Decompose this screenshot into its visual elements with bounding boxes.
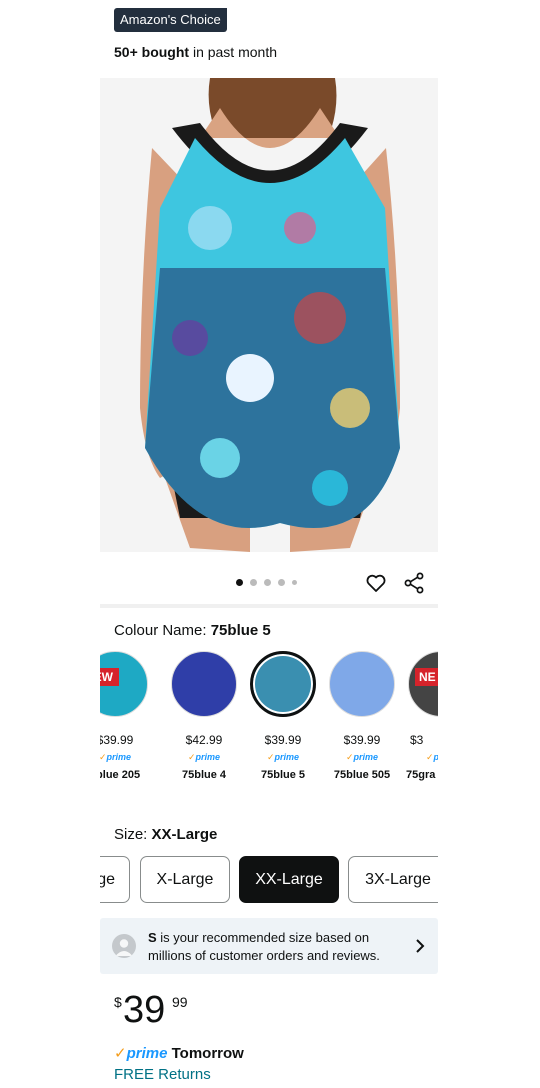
colour-swatch[interactable]: NE $3 ✓p 75gra <box>402 648 438 781</box>
swimsuit-illustration <box>100 78 438 552</box>
swatch-price: $39.99 <box>343 733 381 747</box>
colour-swatch-selected[interactable]: $39.99 ✓prime 75blue 5 <box>244 648 322 781</box>
new-badge: NEW <box>100 668 119 686</box>
colour-swatches: NEW $39.99 ✓prime 5blue 205 $42.99 ✓prim… <box>100 648 438 798</box>
recommended-size: S <box>148 930 157 945</box>
prime-delivery: ✓prime Tomorrow <box>114 1044 244 1062</box>
swatch-name: 5blue 205 <box>100 769 141 781</box>
colour-swatch[interactable]: $42.99 ✓prime 75blue 4 <box>165 648 243 781</box>
prime-check-icon: ✓ <box>114 1045 127 1062</box>
size-option[interactable]: ge <box>100 856 130 903</box>
product-page: Amazon's Choice 50+ bought in past month <box>100 0 438 1088</box>
swatch-name: 75blue 4 <box>181 769 227 781</box>
carousel-dot[interactable] <box>250 579 257 586</box>
swatch-prime: ✓prime <box>345 752 379 762</box>
swatch-image <box>171 651 237 717</box>
swatch-prime: ✓prime <box>266 752 300 762</box>
swatch-prime: ✓prime <box>187 752 221 762</box>
price-symbol: $ <box>114 994 122 1010</box>
carousel-dot[interactable] <box>292 580 297 585</box>
swatch-name: 75blue 505 <box>333 769 391 781</box>
new-badge: NE <box>415 668 438 686</box>
colour-swatch[interactable]: $39.99 ✓prime 75blue 505 <box>323 648 401 781</box>
amazons-choice-badge: Amazon's Choice <box>114 8 227 32</box>
swatch-price: $42.99 <box>185 733 223 747</box>
free-returns-link[interactable]: FREE Returns <box>114 1066 211 1083</box>
size-option[interactable]: X-Large <box>140 856 230 903</box>
carousel-controls <box>100 568 438 598</box>
size-option-selected[interactable]: XX-Large <box>239 856 339 903</box>
bought-suffix: in past month <box>192 44 278 60</box>
swatch-image <box>250 651 316 717</box>
prime-label: prime <box>126 1045 168 1062</box>
colour-swatch[interactable]: NEW $39.99 ✓prime 5blue 205 <box>100 648 154 781</box>
chevron-right-icon <box>416 939 425 953</box>
size-label: Size: XX-Large <box>114 826 217 843</box>
carousel-dot[interactable] <box>278 579 285 586</box>
size-option[interactable]: 3X-Large <box>348 856 438 903</box>
bought-in-past-month: 50+ bought in past month <box>114 44 277 60</box>
swatch-prime: ✓prime <box>100 752 132 762</box>
swatch-price: $39.99 <box>100 733 134 747</box>
user-avatar-icon <box>112 934 136 958</box>
share-icon[interactable] <box>402 571 426 595</box>
size-value: XX-Large <box>151 826 218 843</box>
carousel-dot[interactable] <box>264 579 271 586</box>
colour-value: 75blue 5 <box>210 622 271 639</box>
swatch-prime: ✓p <box>426 752 438 762</box>
recommendation-text: S is your recommended size based on mill… <box>148 929 408 965</box>
size-label-text: Size: <box>114 826 148 843</box>
colour-name-label: Colour Name: 75blue 5 <box>114 622 271 639</box>
section-divider <box>100 604 438 608</box>
swatch-name: 75blue 5 <box>260 769 306 781</box>
delivery-day: Tomorrow <box>171 1045 244 1062</box>
price-fraction: 99 <box>172 994 188 1010</box>
size-recommendation[interactable]: S is your recommended size based on mill… <box>100 918 438 974</box>
swatch-name: 75gra <box>406 769 436 781</box>
recommendation-message: is your recommended size based on millio… <box>148 930 380 963</box>
swatch-image: NEW <box>100 651 148 717</box>
swatch-price: $3 <box>410 733 424 747</box>
carousel-dot[interactable] <box>236 579 243 586</box>
swatch-image: NE <box>408 651 438 717</box>
price-whole: 39 <box>123 989 166 1031</box>
product-image[interactable] <box>100 78 438 552</box>
colour-label-text: Colour Name: <box>114 622 207 639</box>
bought-count: 50+ bought <box>114 44 190 60</box>
swatch-price: $39.99 <box>264 733 302 747</box>
swatch-image <box>329 651 395 717</box>
size-options: ge X-Large XX-Large 3X-Large <box>100 856 438 904</box>
carousel-dots[interactable] <box>236 579 297 586</box>
heart-icon[interactable] <box>364 571 388 595</box>
